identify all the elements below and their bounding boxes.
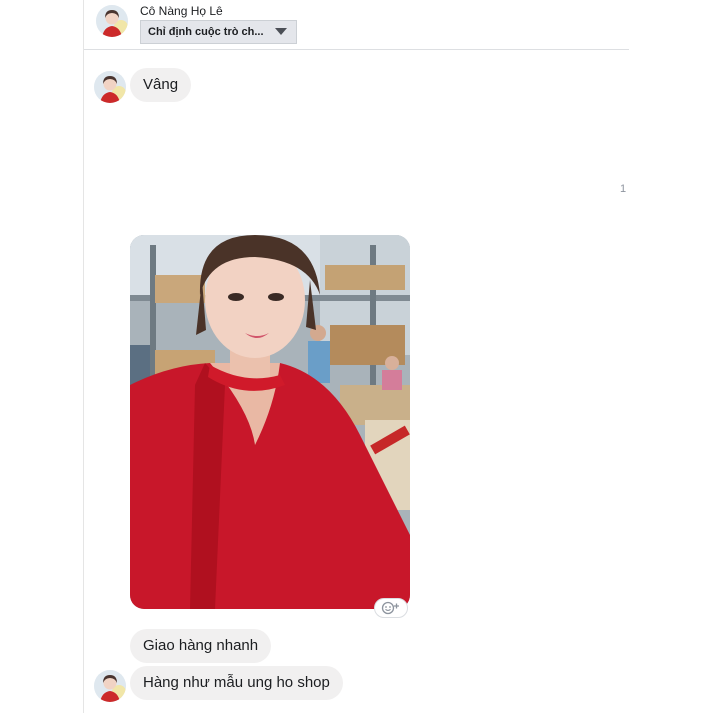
photo-image [130, 235, 410, 609]
seen-count: 1 [620, 183, 627, 195]
photo-message[interactable] [130, 235, 410, 609]
avatar-icon [94, 71, 126, 103]
conversation-select-label: Chỉ định cuộc trò ch... [148, 26, 264, 38]
sender-avatar[interactable] [94, 71, 126, 103]
left-divider [83, 0, 84, 713]
sender-avatar[interactable] [94, 670, 126, 702]
message-bubble[interactable]: Giao hàng nhanh [130, 629, 272, 663]
caret-down-icon [275, 28, 287, 35]
conversation-select[interactable]: Chỉ định cuộc trò ch... [140, 20, 297, 44]
message-bubble[interactable]: Hàng như mẫu ung ho shop [130, 666, 343, 700]
avatar-icon [96, 5, 128, 37]
header-separator [84, 49, 629, 50]
add-reaction-button[interactable] [374, 598, 408, 618]
header-avatar[interactable] [96, 5, 128, 37]
add-reaction-icon [381, 601, 399, 615]
contact-name[interactable]: Cô Nàng Họ Lê [140, 4, 223, 18]
avatar-icon [94, 670, 126, 702]
message-bubble[interactable]: Vâng [130, 68, 192, 102]
